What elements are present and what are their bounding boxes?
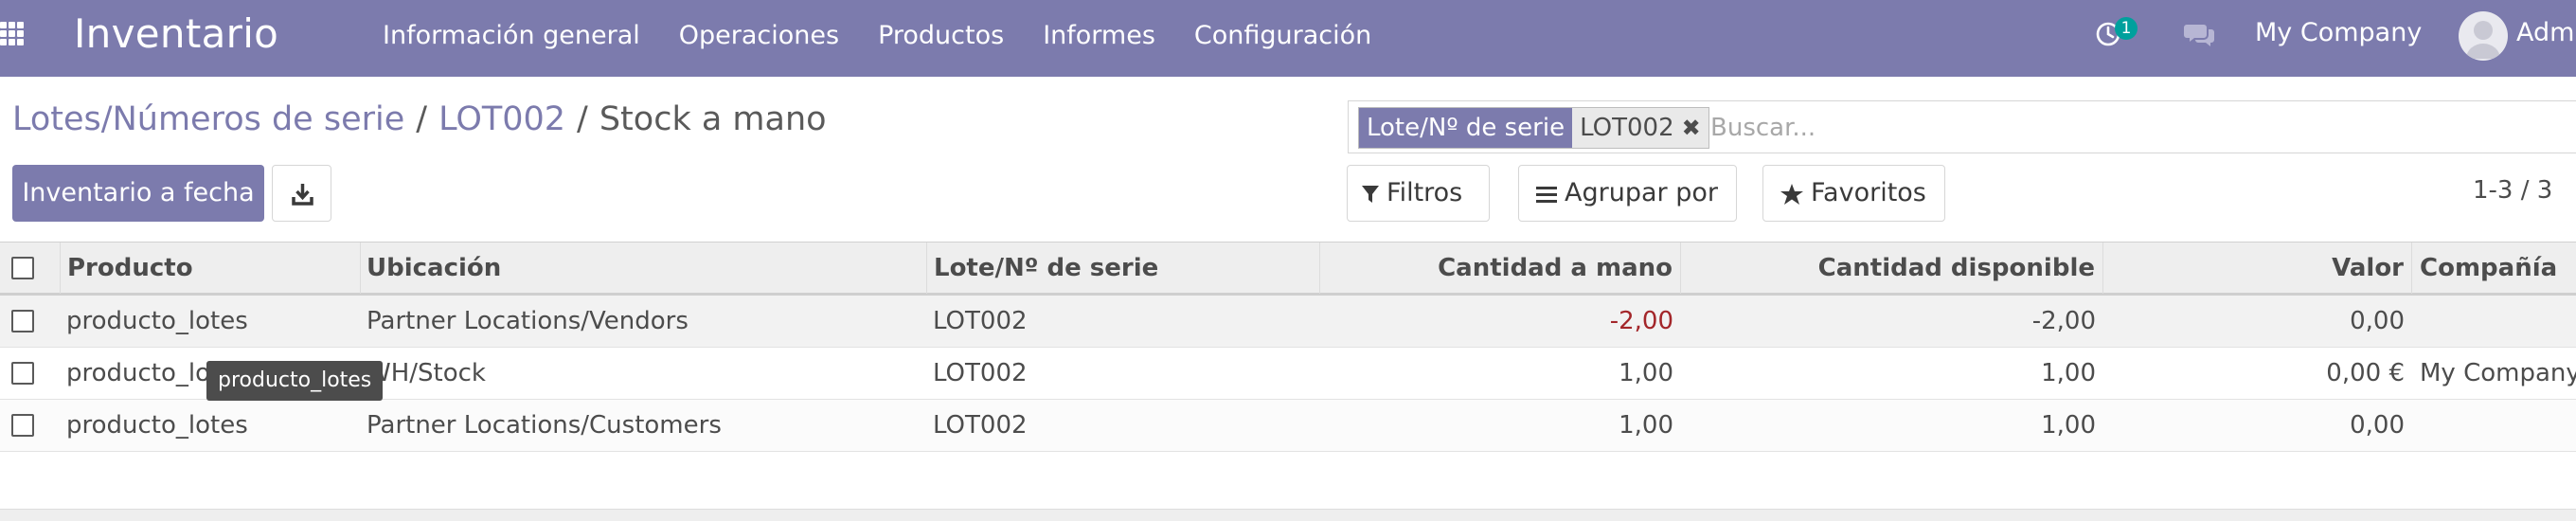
menu-item-products[interactable]: Productos	[878, 21, 1004, 50]
cell-available: -2,00	[2031, 307, 2096, 335]
list-icon	[1536, 187, 1557, 203]
select-all-checkbox[interactable]	[11, 257, 34, 279]
cell-location: WH/Stock	[367, 359, 486, 387]
cell-value: 0,00 €	[2326, 359, 2405, 387]
product-tooltip: producto_lotes	[206, 361, 384, 401]
menu-item-general[interactable]: Información general	[383, 21, 640, 50]
row-checkbox[interactable]	[11, 310, 34, 332]
close-icon[interactable]: ✖	[1681, 108, 1708, 148]
cell-on-hand: 1,00	[1619, 411, 1673, 440]
table-header: Producto Ubicación Lote/Nº de serie Cant…	[0, 242, 2576, 296]
table-footer	[0, 509, 2576, 521]
filters-label: Filtros	[1386, 178, 1463, 207]
filter-icon	[1362, 186, 1379, 203]
table-row[interactable]: producto_lotes Partner Locations/Custome…	[0, 400, 2576, 452]
cell-lot: LOT002	[933, 411, 1028, 440]
breadcrumb-lot[interactable]: LOT002	[438, 100, 565, 138]
row-checkbox[interactable]	[11, 414, 34, 437]
column-header-lot[interactable]: Lote/Nº de serie	[927, 243, 1320, 294]
table-row[interactable]: producto_lotes WH/Stock LOT002 1,00 1,00…	[0, 348, 2576, 400]
column-header-product[interactable]: Producto	[61, 243, 361, 294]
cell-available: 1,00	[2041, 359, 2096, 387]
cell-product: producto_lotes	[66, 411, 248, 440]
cell-lot: LOT002	[933, 359, 1028, 387]
breadcrumb: Lotes/Números de serie / LOT002 / Stock a ma…	[12, 100, 827, 138]
column-header-on-hand[interactable]: Cantidad a mano	[1320, 243, 1681, 294]
search-input[interactable]	[1710, 107, 2563, 149]
download-icon	[292, 184, 313, 206]
breadcrumb-separator: /	[577, 100, 588, 138]
chat-icon[interactable]	[2184, 21, 2216, 49]
cell-on-hand: 1,00	[1619, 359, 1673, 387]
favorites-label: Favoritos	[1811, 178, 1926, 207]
breadcrumb-separator: /	[416, 100, 428, 138]
activity-count-badge: 1	[2115, 17, 2138, 40]
menu-item-reports[interactable]: Informes	[1043, 21, 1155, 50]
grid-icon[interactable]	[0, 22, 25, 46]
cell-available: 1,00	[2041, 411, 2096, 440]
group-by-button[interactable]: Agrupar por	[1518, 165, 1737, 222]
facet-label: Lote/Nº de serie	[1359, 108, 1573, 148]
column-header-value[interactable]: Valor	[2103, 243, 2412, 294]
search-facet: Lote/Nº de serie LOT002 ✖	[1358, 107, 1709, 149]
star-icon	[1780, 184, 1803, 205]
group-by-label: Agrupar por	[1565, 178, 1718, 207]
cell-company: My Company	[2420, 359, 2576, 387]
top-navbar: Inventario Información general Operacion…	[0, 0, 2576, 77]
company-switcher[interactable]: My Company	[2255, 18, 2422, 47]
menu-item-operations[interactable]: Operaciones	[679, 21, 839, 50]
favorites-button[interactable]: Favoritos	[1762, 165, 1945, 222]
cell-product: producto_lotes	[66, 307, 248, 335]
select-all-cell	[0, 243, 61, 294]
cell-value: 0,00	[2350, 307, 2405, 335]
column-header-available[interactable]: Cantidad disponible	[1681, 243, 2103, 294]
row-checkbox[interactable]	[11, 362, 34, 385]
page-title: Stock a mano	[599, 100, 827, 138]
inventory-at-date-button[interactable]: Inventario a fecha	[12, 165, 264, 222]
download-button[interactable]	[272, 165, 331, 222]
cell-value: 0,00	[2350, 411, 2405, 440]
pager-value[interactable]: 1-3 / 3	[2473, 176, 2552, 205]
app-name[interactable]: Inventario	[74, 9, 278, 59]
cell-location: Partner Locations/Vendors	[367, 307, 689, 335]
filters-button[interactable]: Filtros	[1347, 165, 1490, 222]
user-silhouette-icon	[2466, 21, 2500, 59]
menu-item-configuration[interactable]: Configuración	[1194, 21, 1371, 50]
breadcrumb-lots[interactable]: Lotes/Números de serie	[12, 100, 404, 138]
facet-value: LOT002	[1572, 108, 1682, 148]
user-name[interactable]: Admi	[2516, 18, 2576, 47]
cell-location: Partner Locations/Customers	[367, 411, 722, 440]
user-avatar[interactable]	[2459, 11, 2508, 61]
column-header-location[interactable]: Ubicación	[361, 243, 927, 294]
column-header-company[interactable]: Compañía	[2412, 243, 2576, 294]
table-row[interactable]: producto_lotes Partner Locations/Vendors…	[0, 296, 2576, 348]
main-menu: Información general Operaciones Producto…	[383, 0, 1410, 70]
cell-lot: LOT002	[933, 307, 1028, 335]
cell-on-hand: -2,00	[1609, 307, 1673, 335]
search-bar: Lote/Nº de serie LOT002 ✖	[1348, 100, 2576, 153]
